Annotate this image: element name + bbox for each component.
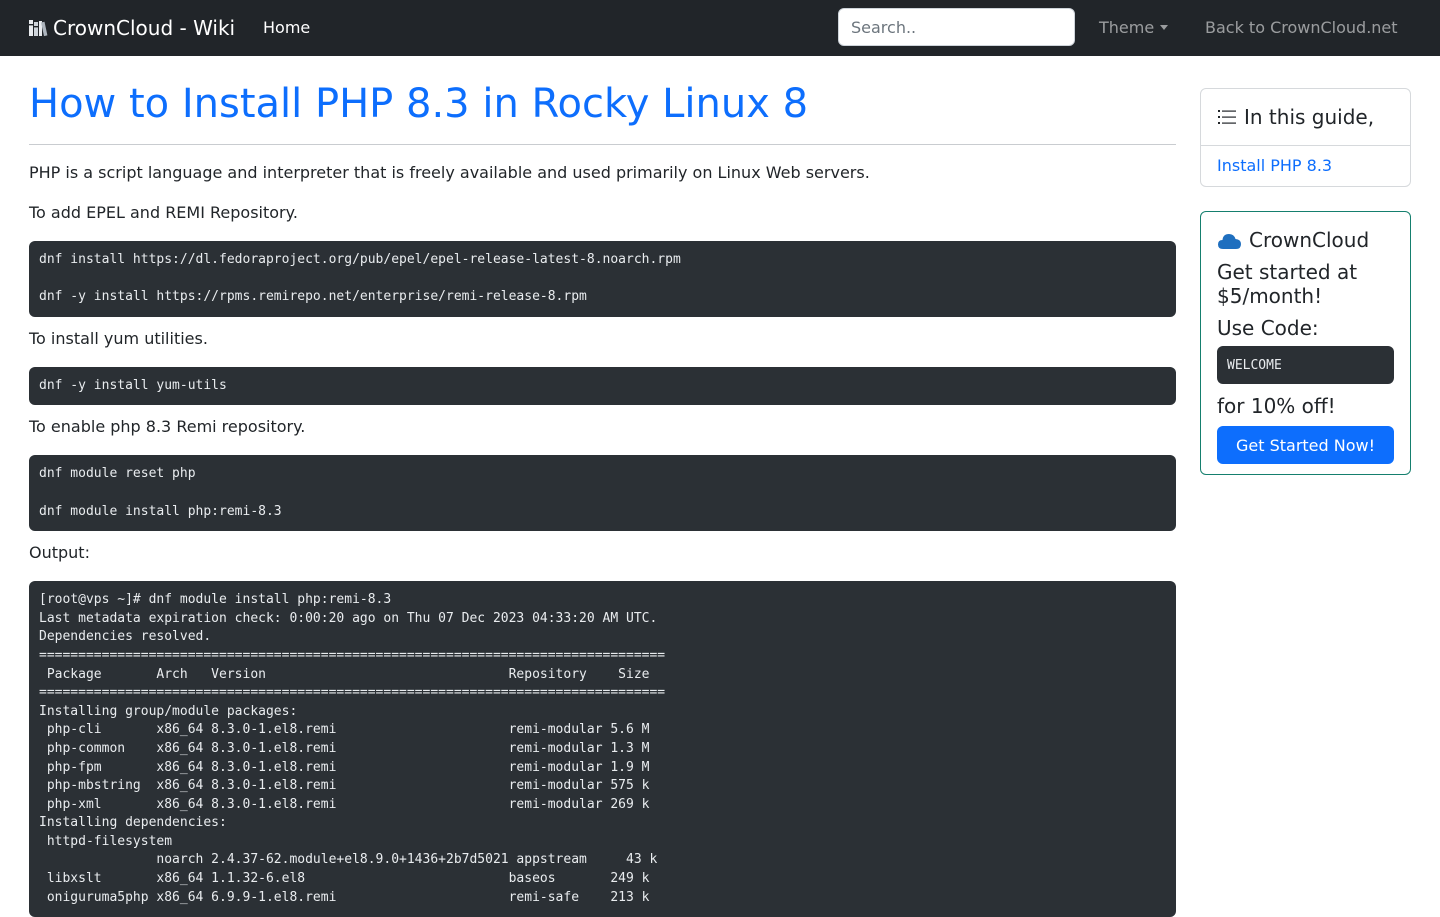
get-started-button[interactable]: Get Started Now!: [1217, 426, 1394, 464]
list-icon: [1218, 110, 1236, 124]
step-epel-remi-text: To add EPEL and REMI Repository.: [29, 203, 298, 222]
theme-label: Theme: [1099, 18, 1155, 37]
toc-title: In this guide,: [1244, 105, 1375, 129]
output-label: Output:: [29, 543, 90, 563]
promo-headline: Get started at $5/month!: [1217, 260, 1358, 308]
top-navbar: CrownCloud - Wiki Home Theme Back to Cro…: [0, 0, 1440, 56]
promo-card: CrownCloud Get started at $5/month! Use …: [1200, 211, 1411, 475]
code-block-enable-remi[interactable]: dnf module reset php dnf module install …: [29, 455, 1176, 532]
code-block-yum-utils[interactable]: dnf -y install yum-utils: [29, 366, 1176, 406]
cloud-icon: [1218, 233, 1241, 249]
brand-link[interactable]: CrownCloud - Wiki: [28, 0, 235, 56]
toc-item-install-php[interactable]: Install PHP 8.3: [1201, 146, 1410, 186]
theme-dropdown[interactable]: Theme: [1099, 0, 1169, 56]
chevron-down-icon: [1160, 25, 1169, 30]
toc-header: In this guide,: [1201, 89, 1410, 146]
toc-card: In this guide, Install PHP 8.3: [1200, 88, 1411, 187]
code-block-output[interactable]: [root@vps ~]# dnf module install php:rem…: [29, 581, 1176, 917]
promo-title: CrownCloud: [1217, 228, 1394, 252]
books-icon: [29, 20, 48, 37]
back-to-crowncloud-link[interactable]: Back to CrownCloud.net: [1205, 0, 1398, 56]
article: How to Install PHP 8.3 in Rocky Linux 8 …: [29, 56, 1176, 917]
promo-code-label: Use Code:: [1217, 316, 1319, 340]
page-title: How to Install PHP 8.3 in Rocky Linux 8: [29, 80, 1176, 145]
nav-home-link[interactable]: Home: [263, 0, 310, 56]
code-block-epel-remi[interactable]: dnf install https://dl.fedoraproject.org…: [29, 241, 1176, 317]
intro-paragraph: PHP is a script language and interpreter…: [29, 163, 870, 182]
search-input[interactable]: [838, 8, 1075, 46]
step-enable-remi-text: To enable php 8.3 Remi repository.: [29, 417, 306, 437]
promo-discount: for 10% off!: [1217, 394, 1336, 418]
brand-label: CrownCloud - Wiki: [53, 16, 236, 40]
promo-code[interactable]: WELCOME: [1217, 346, 1394, 384]
step-yum-utils-text: To install yum utilities.: [29, 328, 208, 348]
promo-title-label: CrownCloud: [1249, 228, 1370, 252]
